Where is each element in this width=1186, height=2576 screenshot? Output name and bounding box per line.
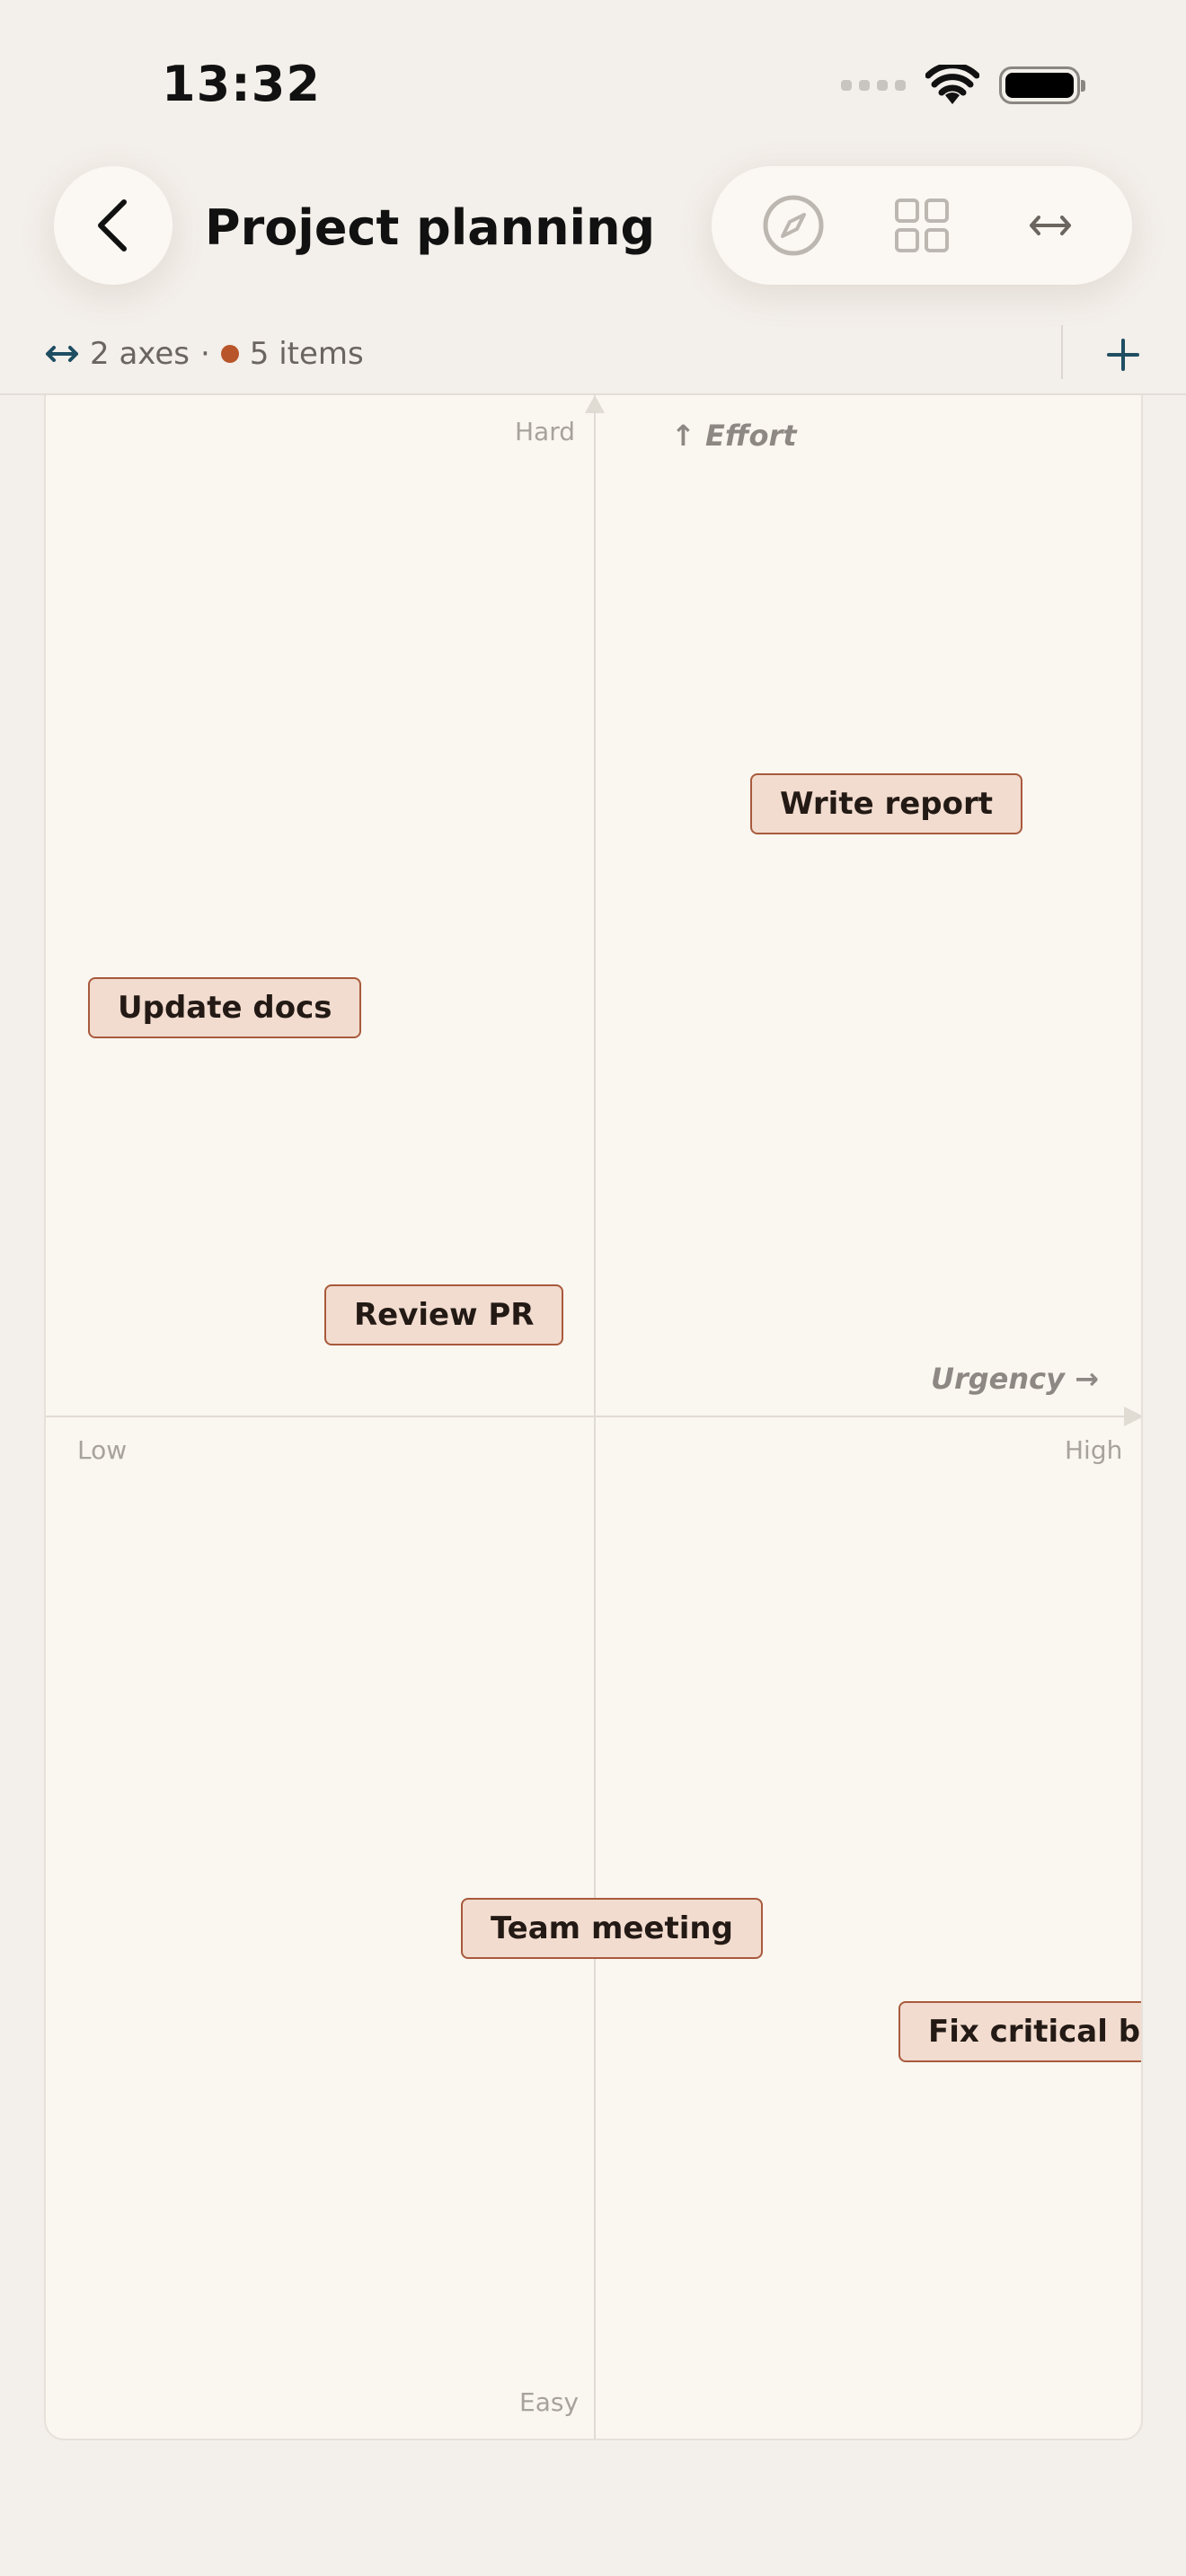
x-axis-arrow: [1124, 1407, 1141, 1426]
x-axis-title: Urgency →: [931, 1362, 1099, 1396]
plus-icon: [1107, 339, 1139, 371]
items-dot-icon: [220, 345, 239, 363]
compass-button[interactable]: [748, 181, 838, 270]
matrix-canvas[interactable]: Hard ↑ Effort Urgency → Low High Easy Wr…: [44, 395, 1143, 2440]
divider: [1061, 325, 1063, 379]
y-axis-arrow: [585, 395, 605, 413]
axes-button[interactable]: [1005, 181, 1095, 270]
item-chip-write-report[interactable]: Write report: [750, 773, 1023, 834]
back-button[interactable]: [54, 166, 173, 285]
cellular-signal-icon: [841, 80, 906, 91]
item-chip-update-docs[interactable]: Update docs: [88, 977, 362, 1038]
x-axis-right-label: High: [1065, 1435, 1123, 1465]
y-axis-title: ↑ Effort: [671, 419, 797, 453]
item-chip-team-meeting[interactable]: Team meeting: [461, 1898, 763, 1959]
items-count: 5 items: [249, 336, 364, 372]
toolbar: [712, 166, 1132, 285]
status-time: 13:32: [162, 56, 321, 112]
info-row: 2 axes · 5 items: [45, 332, 364, 375]
chevron-left-icon: [98, 199, 127, 251]
x-axis-left-label: Low: [77, 1435, 128, 1465]
wifi-icon: [925, 65, 979, 104]
grid-view-button[interactable]: [877, 181, 967, 270]
item-chip-fix-critical-bug[interactable]: Fix critical bug: [898, 2001, 1141, 2062]
item-chip-review-pr[interactable]: Review PR: [324, 1284, 564, 1345]
y-axis-bottom-label: Easy: [519, 2387, 580, 2417]
compass-icon: [763, 195, 824, 256]
info-separator: ·: [199, 336, 210, 372]
y-axis-top-label: Hard: [515, 417, 576, 446]
x-axis-line: [46, 1416, 1141, 1417]
horizontal-arrows-icon: [46, 346, 78, 362]
page-title: Project planning: [205, 199, 656, 256]
horizontal-arrows-icon: [1029, 216, 1071, 235]
add-button[interactable]: [1087, 323, 1159, 386]
screen: 13:32 Project planning 2 axes · 5 items …: [0, 0, 1186, 2576]
status-icons: [841, 63, 1085, 108]
battery-icon: [999, 66, 1085, 104]
grid-icon: [894, 198, 949, 252]
axes-count: 2 axes: [90, 336, 190, 372]
